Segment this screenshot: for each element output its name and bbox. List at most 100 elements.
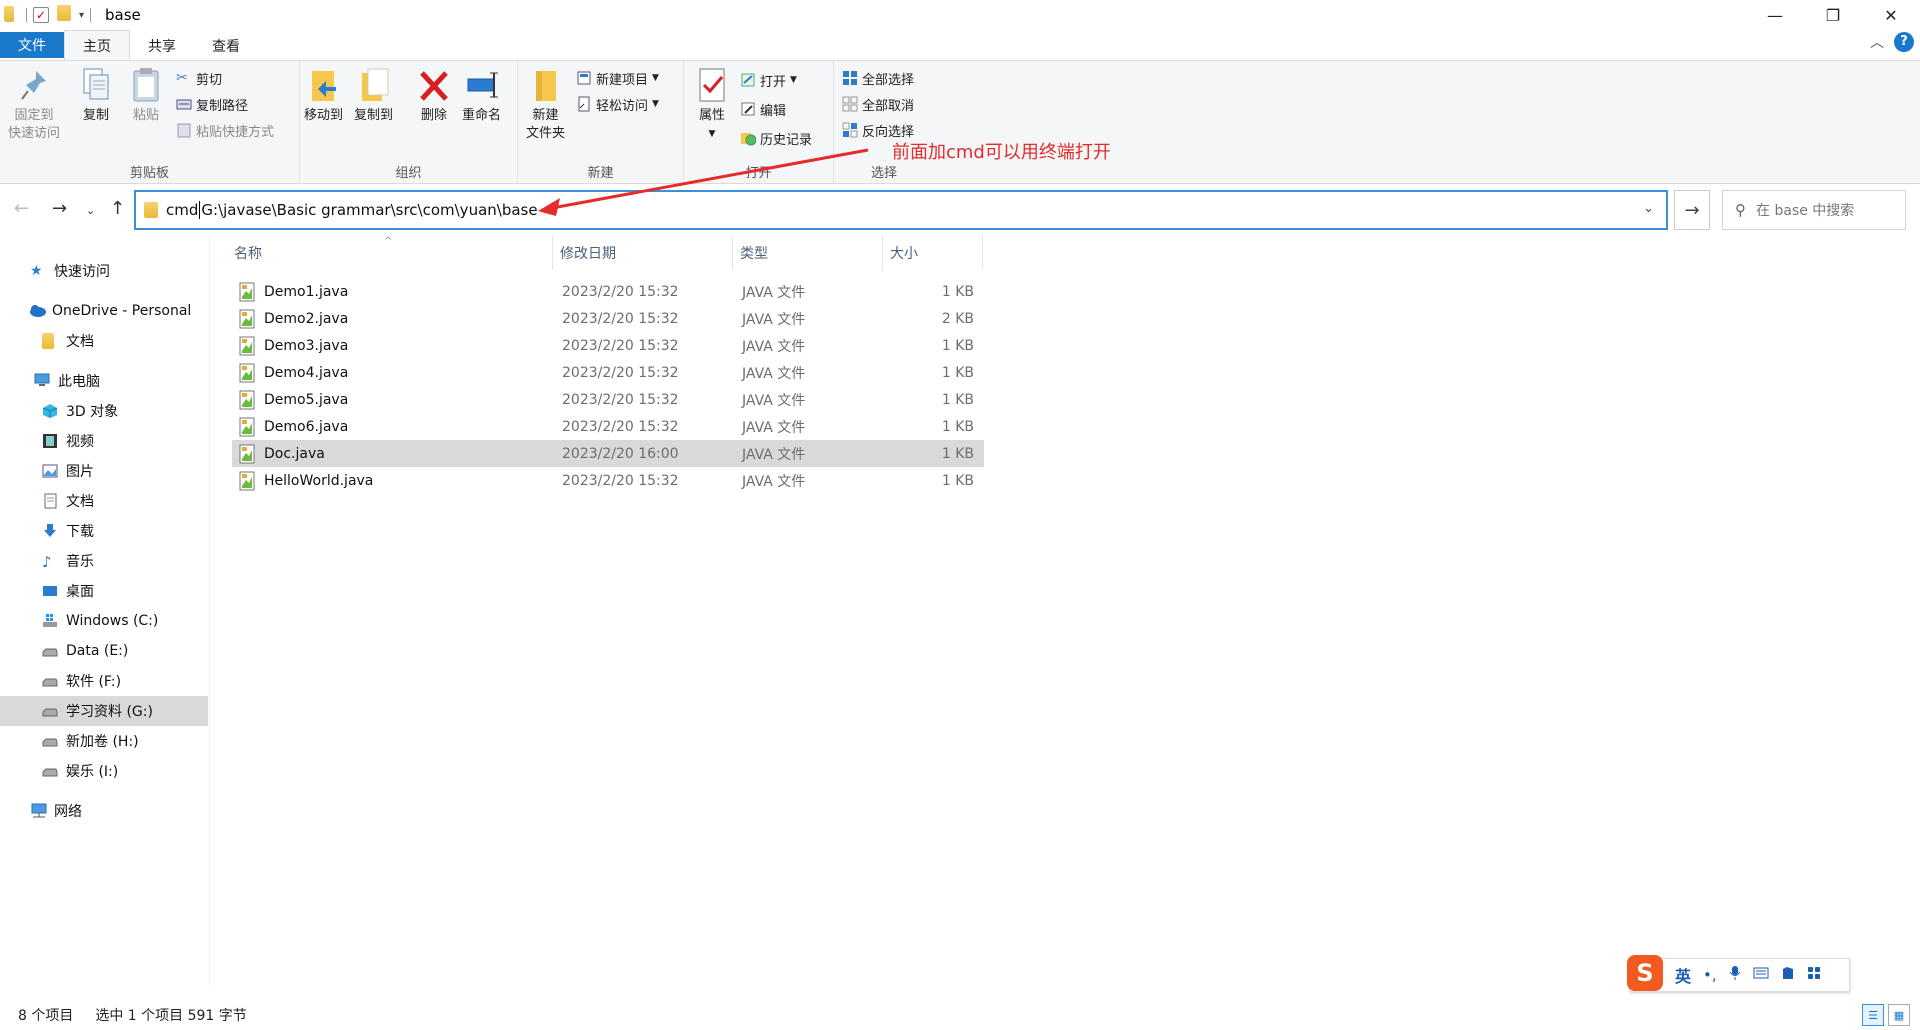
sidebar-item-drive-i[interactable]: 娱乐 (I:) xyxy=(0,756,208,786)
sidebar-item-network[interactable]: 网络 xyxy=(0,796,208,826)
new-group: 新建 文件夹 新建项目 ▼ 轻松访问 ▼ 新建 xyxy=(518,61,684,183)
go-arrow-icon[interactable]: → xyxy=(1674,190,1710,230)
toolbox-grid-icon[interactable] xyxy=(1807,966,1821,984)
ribbon-tabs: 文件 主页 共享 查看 ︿ ? xyxy=(0,30,1920,60)
file-type: JAVA 文件 xyxy=(742,446,806,463)
recent-locations-chevron-icon[interactable]: ⌄ xyxy=(86,204,95,217)
new-folder-icon xyxy=(528,65,564,105)
sidebar-item-drive-h[interactable]: 新加卷 (H:) xyxy=(0,726,208,756)
sidebar-item-onedrive[interactable]: OneDrive - Personal xyxy=(0,296,208,326)
column-separator[interactable] xyxy=(982,236,983,270)
column-header-date[interactable]: 修改日期 xyxy=(560,236,730,270)
maximize-button[interactable]: ❐ xyxy=(1804,0,1862,30)
column-separator[interactable] xyxy=(882,236,883,270)
sidebar-item-drive-e[interactable]: Data (E:) xyxy=(0,636,208,666)
file-name: Demo6.java xyxy=(264,418,349,435)
sidebar-item-quick-access[interactable]: ★ 快速访问 xyxy=(0,256,208,286)
cube-icon xyxy=(42,403,58,419)
ime-language-toggle[interactable]: 英 xyxy=(1675,963,1691,987)
properties-quick-icon[interactable]: ✓ xyxy=(33,7,49,23)
sidebar-item-downloads[interactable]: 下载 xyxy=(0,516,208,546)
column-separator[interactable] xyxy=(732,236,733,270)
new-folder-quick-icon[interactable] xyxy=(57,5,71,25)
file-row[interactable]: Demo3.java 2023/2/20 15:32 JAVA 文件 1 KB xyxy=(232,332,984,359)
punctuation-icon[interactable]: •, xyxy=(1703,966,1717,984)
file-row[interactable]: Demo5.java 2023/2/20 15:32 JAVA 文件 1 KB xyxy=(232,386,984,413)
properties-button[interactable]: 属性 ▼ xyxy=(694,65,730,143)
keyboard-icon[interactable] xyxy=(1753,966,1769,984)
delete-label: 删除 xyxy=(420,108,447,123)
forward-arrow-icon[interactable]: → xyxy=(52,198,67,219)
file-row[interactable]: Demo6.java 2023/2/20 15:32 JAVA 文件 1 KB xyxy=(232,413,984,440)
search-input[interactable]: ⚲ 在 base 中搜索 xyxy=(1722,190,1906,230)
copy-to-button[interactable]: 复制到 xyxy=(354,65,393,125)
sidebar-item-pictures[interactable]: 图片 xyxy=(0,456,208,486)
easy-access-button[interactable]: 轻松访问 ▼ xyxy=(576,93,659,115)
sogou-logo-icon[interactable]: S xyxy=(1627,955,1663,991)
navigation-pane: ★ 快速访问 OneDrive - Personal 文档 此电脑 3D 对象 … xyxy=(0,236,210,986)
rename-button[interactable]: 重命名 xyxy=(462,65,501,125)
sidebar-item-drive-g[interactable]: 学习资料 (G:) xyxy=(0,696,208,726)
move-to-button[interactable]: 移动到 xyxy=(304,65,343,125)
delete-button[interactable]: 删除 xyxy=(416,65,452,125)
sidebar-item-3d-objects[interactable]: 3D 对象 xyxy=(0,396,208,426)
sidebar-item-this-pc[interactable]: 此电脑 xyxy=(0,366,208,396)
file-row[interactable]: Demo4.java 2023/2/20 15:32 JAVA 文件 1 KB xyxy=(232,359,984,386)
separator xyxy=(90,8,92,22)
copy-icon xyxy=(78,65,114,105)
up-arrow-icon[interactable]: ↑ xyxy=(110,198,125,219)
column-header-name[interactable]: 名称 xyxy=(234,236,550,270)
pin-quick-access-button[interactable]: 固定到 快速访问 xyxy=(8,65,60,143)
skin-icon[interactable] xyxy=(1781,966,1795,984)
help-icon[interactable]: ? xyxy=(1894,32,1914,52)
sidebar-item-drive-c[interactable]: Windows (C:) xyxy=(0,606,208,636)
paste-shortcut-button[interactable]: 粘贴快捷方式 xyxy=(176,119,274,141)
new-item-button[interactable]: 新建项目 ▼ xyxy=(576,67,659,89)
sidebar-item-music[interactable]: ♪ 音乐 xyxy=(0,546,208,576)
collapse-ribbon-icon[interactable]: ︿ xyxy=(1870,32,1884,52)
select-group: 全部选择 全部取消 反向选择 选择 xyxy=(834,61,934,183)
select-all-button[interactable]: 全部选择 xyxy=(842,67,914,89)
sidebar-item-label: 新加卷 (H:) xyxy=(66,734,139,750)
sidebar-item-documents[interactable]: 文档 xyxy=(0,486,208,516)
file-row[interactable]: Demo2.java 2023/2/20 15:32 JAVA 文件 2 KB xyxy=(232,305,984,332)
sidebar-item-label: 桌面 xyxy=(66,584,94,600)
paste-button[interactable]: 粘贴 xyxy=(128,65,164,125)
column-separator[interactable] xyxy=(552,236,553,270)
file-row[interactable]: Demo1.java 2023/2/20 15:32 JAVA 文件 1 KB xyxy=(232,278,984,305)
column-header-size[interactable]: 大小 xyxy=(890,236,970,270)
sidebar-item-videos[interactable]: 视频 xyxy=(0,426,208,456)
address-dropdown-icon[interactable]: ⌄ xyxy=(1643,201,1654,216)
close-button[interactable]: ✕ xyxy=(1862,0,1920,30)
file-size: 1 KB xyxy=(941,364,974,381)
file-row[interactable]: Doc.java 2023/2/20 16:00 JAVA 文件 1 KB xyxy=(232,440,984,467)
tab-home[interactable]: 主页 xyxy=(64,30,130,60)
customize-quick-access-icon[interactable]: ▾ xyxy=(79,10,84,21)
new-folder-button[interactable]: 新建 文件夹 xyxy=(526,65,565,143)
sidebar-item-desktop[interactable]: 桌面 xyxy=(0,576,208,606)
sidebar-item-onedrive-documents[interactable]: 文档 xyxy=(0,326,208,356)
sidebar-item-label: Windows (C:) xyxy=(66,613,159,629)
tab-share[interactable]: 共享 xyxy=(130,32,194,60)
microphone-icon[interactable] xyxy=(1729,965,1741,985)
open-button[interactable]: 打开 ▼ xyxy=(740,69,797,91)
history-button[interactable]: 历史记录 xyxy=(740,127,812,149)
minimize-button[interactable]: — xyxy=(1746,0,1804,30)
java-file-icon xyxy=(238,363,256,383)
column-header-type[interactable]: 类型 xyxy=(740,236,880,270)
address-bar[interactable]: cmd G:\javase\Basic grammar\src\com\yuan… xyxy=(134,190,1668,230)
details-view-icon[interactable]: ☰ xyxy=(1862,1004,1884,1026)
tab-file[interactable]: 文件 xyxy=(0,32,64,58)
large-icons-view-icon[interactable]: ▦ xyxy=(1888,1004,1910,1026)
sidebar-item-label: 软件 (F:) xyxy=(66,674,122,690)
copy-button[interactable]: 复制 xyxy=(78,65,114,125)
copy-path-button[interactable]: 复制路径 xyxy=(176,93,248,115)
cut-button[interactable]: ✂ 剪切 xyxy=(176,67,222,89)
back-arrow-icon[interactable]: ← xyxy=(14,198,29,219)
edit-button[interactable]: 编辑 xyxy=(740,98,786,120)
item-count: 8 个项目 xyxy=(18,1008,74,1024)
sidebar-item-drive-f[interactable]: 软件 (F:) xyxy=(0,666,208,696)
tab-view[interactable]: 查看 xyxy=(194,32,258,60)
file-row[interactable]: HelloWorld.java 2023/2/20 15:32 JAVA 文件 1 K… xyxy=(232,467,984,494)
select-none-button[interactable]: 全部取消 xyxy=(842,93,914,115)
